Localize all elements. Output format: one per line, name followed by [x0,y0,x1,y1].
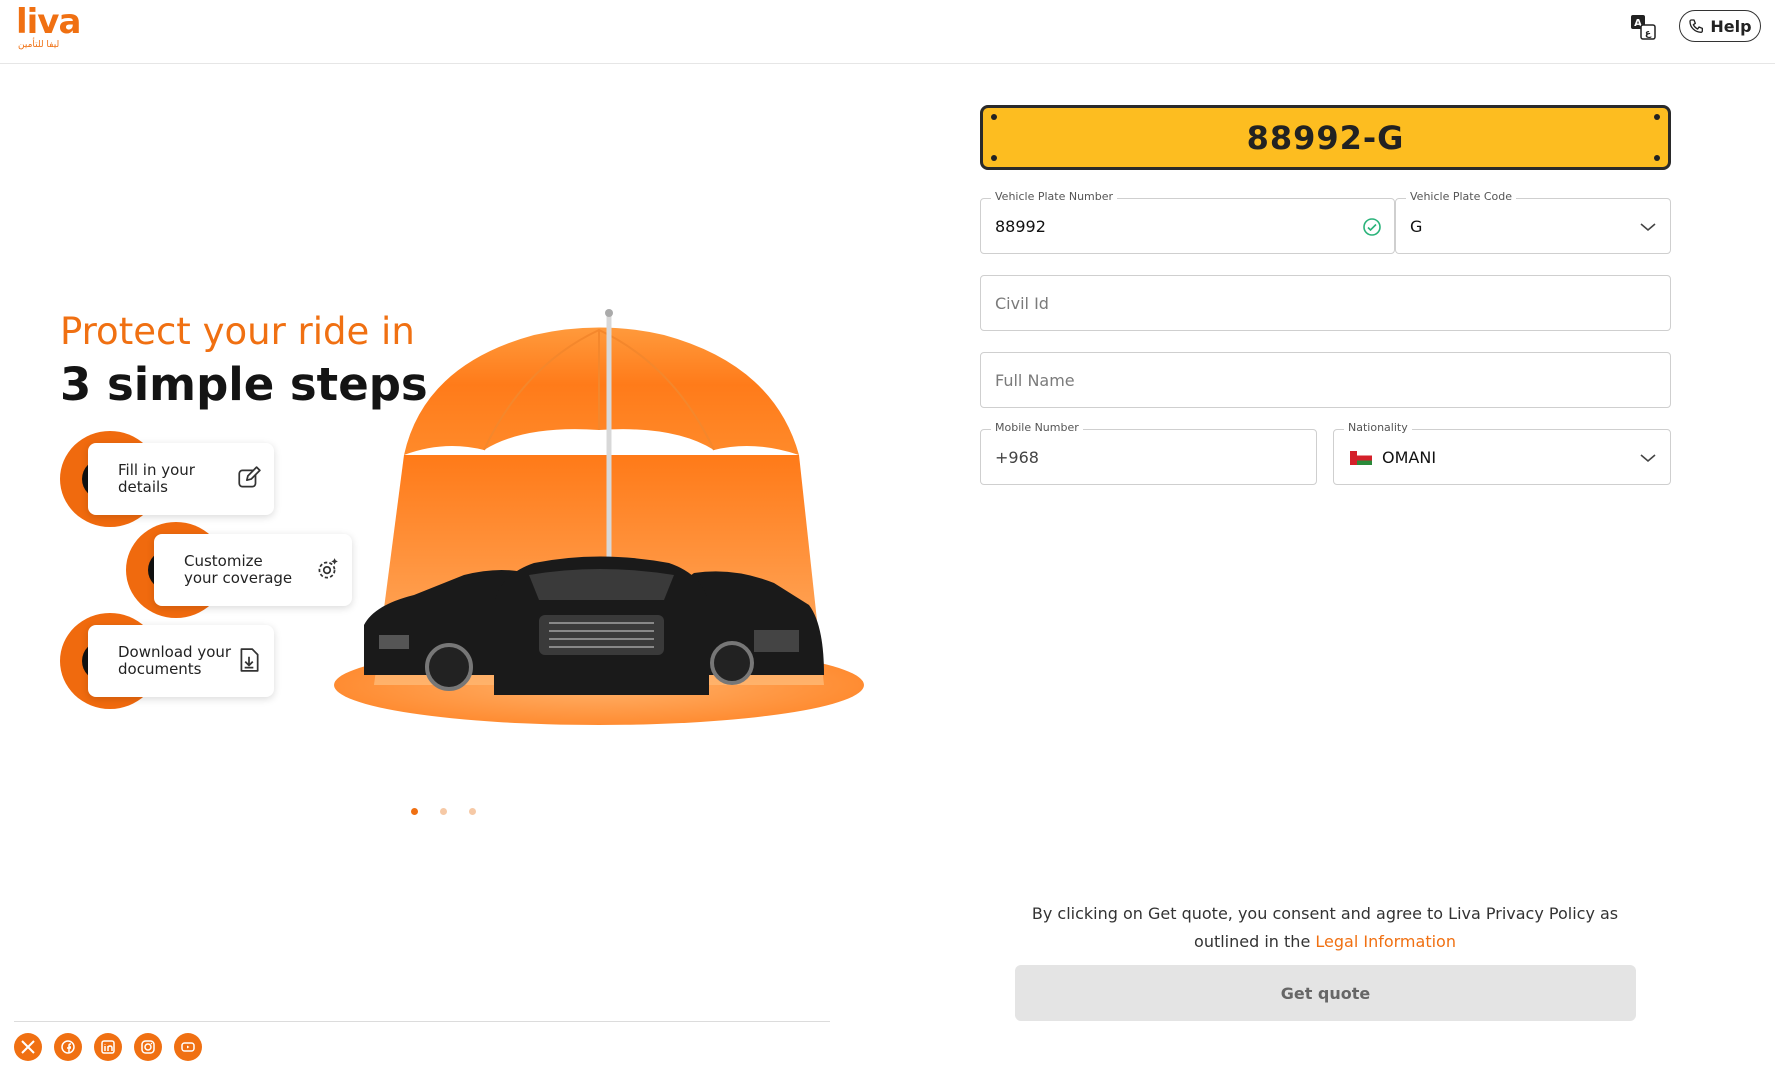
plate-bolt [1654,155,1660,161]
carousel-dot-2[interactable] [440,808,447,815]
full-name-field[interactable]: Full Name [980,352,1671,408]
carousel-dot-3[interactable] [469,808,476,815]
instagram-link[interactable] [134,1033,162,1061]
step-text-line2: details [118,478,168,496]
x-icon [21,1040,35,1054]
valid-check-icon [1363,218,1381,236]
plate-preview-text: 88992-G [1246,118,1405,157]
step-card: Customize your coverage [154,534,352,606]
instagram-icon [141,1040,155,1054]
help-button[interactable]: Help [1679,10,1761,42]
carousel-dots [411,808,476,815]
consent-text: By clicking on Get quote, you consent an… [1010,900,1640,956]
mobile-number-value: +968 [995,448,1039,467]
phone-icon [1689,19,1704,33]
step-text-line1: Download your [118,643,232,661]
social-links [14,1033,202,1061]
facebook-icon [61,1040,75,1054]
nationality-value: OMANI [1382,448,1437,467]
download-document-icon [240,648,259,672]
step-text-line1: Customize [184,552,263,570]
nationality-select[interactable]: Nationality OMANI [1333,421,1671,485]
full-name-placeholder: Full Name [995,371,1075,390]
top-header: liva ليفا للتأمين A ع Help [0,0,1775,64]
step-text-line1: Fill in your [118,461,195,479]
nationality-label: Nationality [1344,421,1412,435]
linkedin-icon [101,1040,115,1054]
civil-id-placeholder: Civil Id [995,294,1049,313]
step-card: Fill in your details [88,443,274,515]
youtube-link[interactable] [174,1033,202,1061]
plate-number-label: Vehicle Plate Number [991,190,1118,204]
plate-code-label: Vehicle Plate Code [1406,190,1517,204]
mobile-number-field[interactable]: Mobile Number +968 [980,421,1317,485]
legal-information-link[interactable]: Legal Information [1315,932,1456,951]
step-text-line2: documents [118,660,202,678]
step-text-line2: your coverage [184,569,293,587]
promo-section: Protect your ride in 3 simple steps 1 Fi… [0,65,880,1015]
oman-flag-icon [1350,451,1372,465]
help-label: Help [1710,16,1752,36]
civil-id-field[interactable]: Civil Id [980,275,1671,331]
edit-icon [238,466,261,488]
plate-bolt [1654,114,1660,120]
liva-logo[interactable]: liva ليفا للتأمين [16,4,82,52]
get-quote-button[interactable]: Get quote [1015,965,1636,1021]
plate-bolt [991,114,997,120]
svg-text:ع: ع [1645,29,1652,39]
linkedin-link[interactable] [94,1033,122,1061]
youtube-icon [181,1042,195,1052]
facebook-link[interactable] [54,1033,82,1061]
chevron-down-icon [1640,223,1656,232]
plate-code-select[interactable]: Vehicle Plate Code G [1395,190,1671,254]
plate-code-value: G [1410,217,1423,236]
translate-icon: A ع [1631,15,1656,40]
language-toggle-button[interactable]: A ع [1628,12,1658,42]
umbrella-cars-illustration [334,309,864,725]
x-link[interactable] [14,1033,42,1061]
plate-preview: 88992-G [980,105,1671,170]
chevron-down-icon [1640,454,1656,463]
step-card: Download your documents [88,625,274,697]
mobile-number-label: Mobile Number [991,421,1083,435]
footer-divider [14,1021,830,1022]
plate-number-field[interactable]: Vehicle Plate Number 88992 [980,190,1395,254]
carousel-dot-1[interactable] [411,808,418,815]
logo-wordmark: liva [16,2,81,42]
plate-bolt [991,155,997,161]
plate-number-value: 88992 [995,217,1046,236]
